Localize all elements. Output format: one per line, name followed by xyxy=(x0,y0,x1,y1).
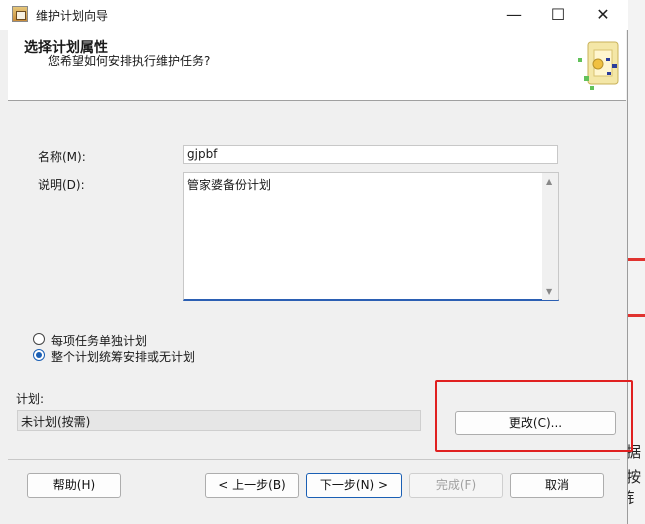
annotation-highlight-box xyxy=(435,380,633,452)
footer-divider xyxy=(8,459,620,460)
close-button[interactable]: ✕ xyxy=(580,0,626,30)
scroll-down-icon[interactable]: ▼ xyxy=(546,287,552,296)
name-input[interactable]: gjpbf xyxy=(183,145,558,164)
next-button[interactable]: 下一步(N) > xyxy=(306,473,402,498)
background-text: 按钅 xyxy=(626,468,642,507)
single-schedule-label: 整个计划统筹安排或无计划 xyxy=(51,350,196,364)
wizard-dialog: 维护计划向导 — ☐ ✕ 选择计划属性 您希望如何安排执行维护任务? 名称(M)… xyxy=(0,0,633,524)
separate-schedules-label: 每项任务单独计划 xyxy=(51,334,148,348)
maximize-button[interactable]: ☐ xyxy=(535,0,581,30)
back-button[interactable]: < 上一步(B) xyxy=(205,473,299,498)
schedule-value: 未计划(按需) xyxy=(17,410,421,431)
scroll-up-icon[interactable]: ▲ xyxy=(546,177,552,186)
description-textarea[interactable]: 管家婆备份计划 ▲ ▼ xyxy=(183,172,559,301)
description-text: 管家婆备份计划 xyxy=(187,178,272,192)
title-bar: 维护计划向导 — ☐ ✕ xyxy=(0,0,628,30)
description-scrollbar[interactable]: ▲ ▼ xyxy=(542,173,558,300)
finish-button[interactable]: 完成(F) xyxy=(409,473,503,498)
single-schedule-radio[interactable] xyxy=(33,349,45,361)
wizard-calendar-icon xyxy=(578,41,619,90)
page-subtitle: 您希望如何安排执行维护任务? xyxy=(48,54,211,68)
name-label: 名称(M): xyxy=(38,150,86,164)
background-red-line xyxy=(625,258,645,261)
background-red-line xyxy=(625,314,645,317)
description-label: 说明(D): xyxy=(38,178,85,192)
app-icon xyxy=(12,6,28,22)
help-button[interactable]: 帮助(H) xyxy=(27,473,121,498)
minimize-button[interactable]: — xyxy=(491,0,537,30)
separate-schedules-radio[interactable] xyxy=(33,333,45,345)
schedule-label: 计划: xyxy=(16,392,45,406)
window-title: 维护计划向导 xyxy=(36,9,109,23)
wizard-header: 选择计划属性 您希望如何安排执行维护任务? xyxy=(8,30,626,101)
cancel-button[interactable]: 取消 xyxy=(510,473,604,498)
